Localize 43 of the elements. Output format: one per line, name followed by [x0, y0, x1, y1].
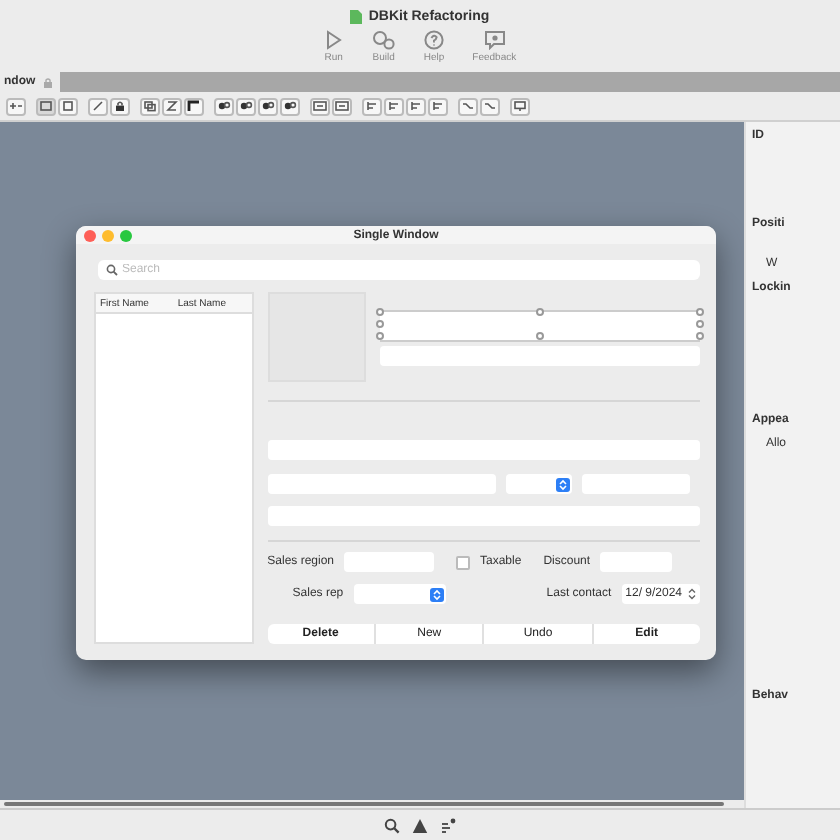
editor-tool-button[interactable] — [258, 97, 278, 115]
taxable-checkbox[interactable] — [456, 555, 470, 569]
sales-rep-popup[interactable] — [353, 584, 446, 604]
gears-icon — [371, 30, 396, 50]
align-icon — [408, 100, 424, 112]
plus-minus-icon — [8, 100, 24, 112]
resize-icon — [334, 100, 350, 112]
play-icon — [323, 30, 344, 50]
frame-icon — [60, 100, 76, 112]
pencil-icon — [90, 100, 106, 112]
align-icon — [386, 100, 402, 112]
resize-handle[interactable] — [535, 308, 544, 316]
copy-icon — [142, 100, 158, 112]
monitor-icon — [512, 100, 528, 112]
search-icon[interactable] — [384, 817, 400, 833]
stepper-icon — [429, 587, 444, 601]
lock-icon — [112, 100, 128, 112]
editor-tool-button[interactable] — [510, 97, 530, 115]
scrollbar[interactable] — [4, 802, 724, 806]
stepper-icon — [688, 588, 696, 600]
align-icon — [430, 100, 446, 112]
editor-tool-button[interactable] — [280, 97, 300, 115]
align-icon — [364, 100, 380, 112]
editor-tool-button[interactable] — [214, 97, 234, 115]
document-icon — [350, 9, 363, 23]
editor-tool-button[interactable] — [140, 97, 160, 115]
popup-button[interactable] — [505, 474, 572, 494]
editor-tool-button[interactable] — [110, 97, 130, 115]
search-icon — [106, 264, 118, 276]
selected-field[interactable] — [379, 310, 700, 342]
corner-icon — [186, 100, 202, 112]
editor-tool-button[interactable] — [236, 97, 256, 115]
editor-tool-button[interactable] — [162, 97, 182, 115]
warning-icon[interactable] — [412, 817, 428, 833]
stepper-icon — [555, 477, 570, 491]
resize-handle[interactable] — [535, 332, 544, 340]
speech-bubble-icon — [483, 30, 506, 50]
help-icon — [424, 30, 444, 50]
square-icon — [38, 100, 54, 112]
editor-tool-button[interactable] — [184, 97, 204, 115]
resize-icon — [312, 100, 328, 112]
zoom-button[interactable] — [120, 229, 132, 241]
close-button[interactable] — [84, 229, 96, 241]
